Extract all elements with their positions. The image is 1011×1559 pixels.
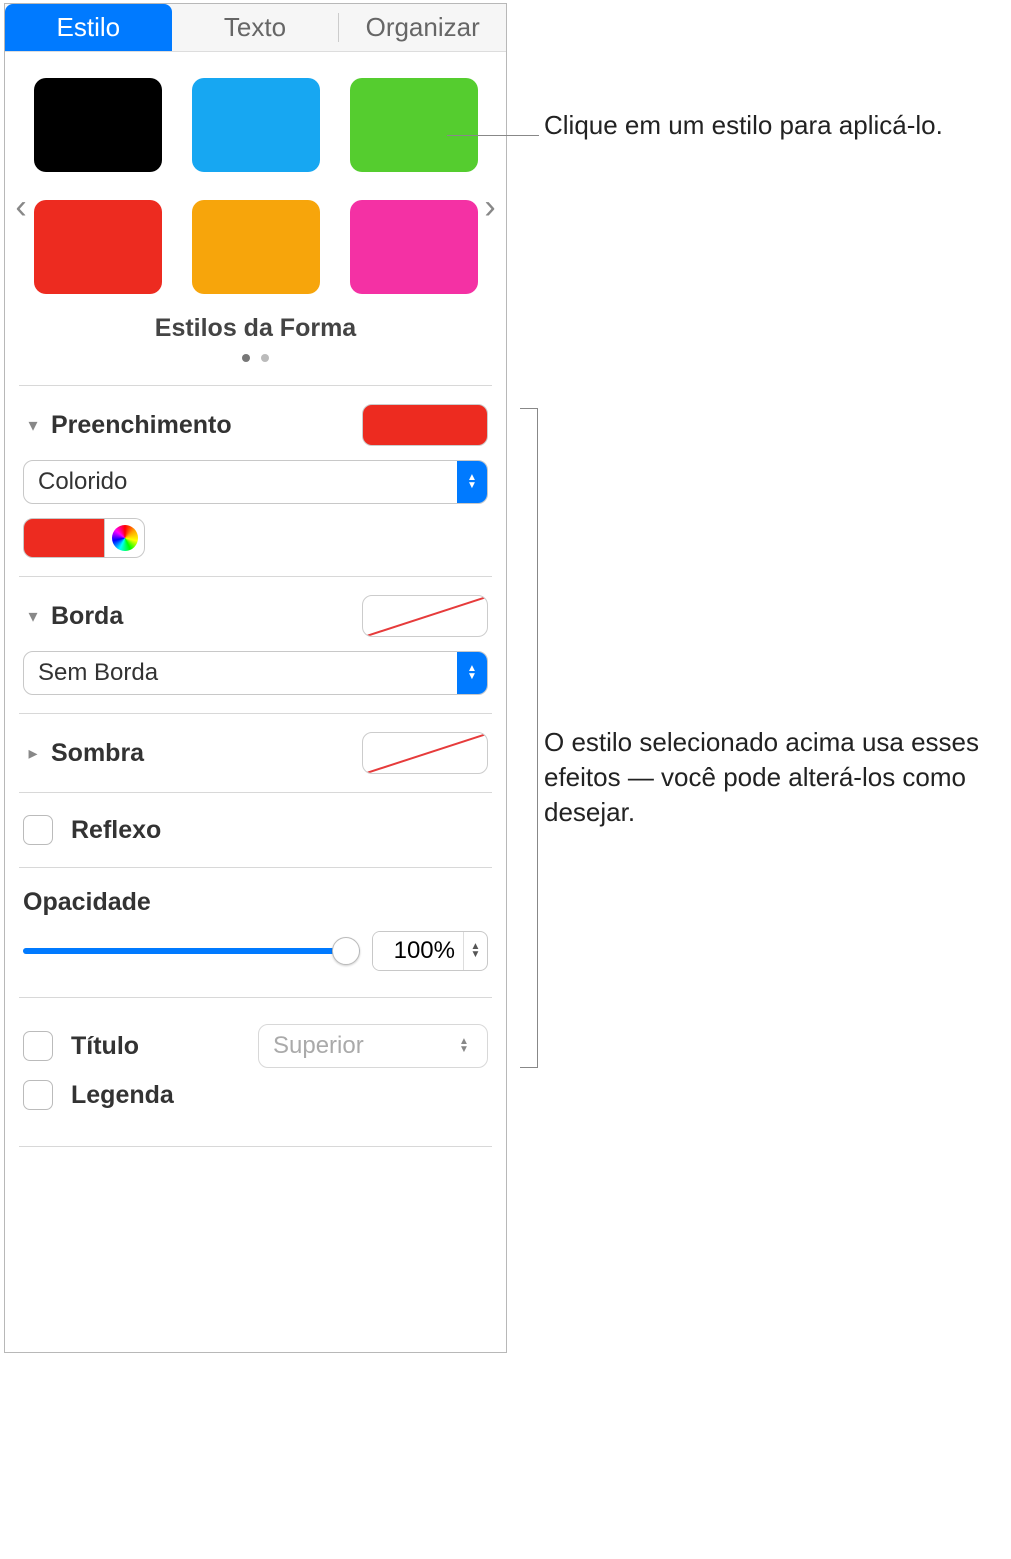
caption-label: Legenda bbox=[71, 1081, 174, 1110]
border-type-value: Sem Borda bbox=[38, 659, 158, 687]
shape-styles-title: Estilos da Forma bbox=[15, 314, 496, 343]
shadow-label: Sombra bbox=[51, 739, 144, 768]
border-color-well-none[interactable] bbox=[362, 595, 488, 637]
style-swatch-5[interactable] bbox=[192, 200, 320, 294]
border-type-select[interactable]: Sem Borda ▲▼ bbox=[23, 651, 488, 695]
fill-color-well[interactable] bbox=[362, 404, 488, 446]
select-stepper-icon: ▲▼ bbox=[457, 652, 487, 694]
style-swatch-grid bbox=[15, 78, 496, 294]
reflection-checkbox[interactable] bbox=[23, 815, 53, 845]
title-checkbox[interactable] bbox=[23, 1031, 53, 1061]
title-position-select[interactable]: Superior ▲▼ bbox=[258, 1024, 488, 1068]
style-swatch-4[interactable] bbox=[34, 200, 162, 294]
fill-type-select[interactable]: Colorido ▲▼ bbox=[23, 460, 488, 504]
opacity-slider[interactable] bbox=[23, 935, 360, 967]
style-swatch-2[interactable] bbox=[192, 78, 320, 172]
chevron-right-icon[interactable]: ▸ bbox=[23, 743, 43, 764]
styles-next-icon[interactable]: › bbox=[478, 187, 502, 227]
fill-label: Preenchimento bbox=[51, 411, 232, 440]
border-section: ▾ Borda Sem Borda ▲▼ bbox=[5, 577, 506, 713]
chevron-down-icon[interactable]: ▾ bbox=[23, 606, 43, 627]
shape-styles-section: ‹ › Estilos da Forma bbox=[5, 52, 506, 385]
slider-thumb-icon[interactable] bbox=[332, 937, 360, 965]
tab-style[interactable]: Estilo bbox=[5, 4, 172, 51]
tab-text[interactable]: Texto bbox=[172, 4, 339, 51]
title-caption-section: Título Superior ▲▼ Legenda bbox=[5, 998, 506, 1146]
fill-type-value: Colorido bbox=[38, 468, 127, 496]
page-dot-2[interactable] bbox=[261, 354, 269, 362]
callout-bracket bbox=[520, 408, 538, 1068]
color-wheel-icon bbox=[112, 525, 138, 551]
callout-text-2: O estilo selecionado acima usa esses efe… bbox=[544, 725, 1004, 830]
caption-checkbox[interactable] bbox=[23, 1080, 53, 1110]
fill-color-row bbox=[23, 518, 488, 558]
opacity-label: Opacidade bbox=[23, 888, 488, 917]
page-dot-1[interactable] bbox=[242, 354, 250, 362]
styles-prev-icon[interactable]: ‹ bbox=[9, 187, 33, 227]
opacity-section: Opacidade ▲▼ bbox=[5, 868, 506, 997]
style-swatch-1[interactable] bbox=[34, 78, 162, 172]
select-stepper-icon: ▲▼ bbox=[449, 1025, 479, 1067]
styles-page-dots bbox=[15, 349, 496, 367]
fill-section: ▾ Preenchimento Colorido ▲▼ bbox=[5, 386, 506, 576]
select-stepper-icon: ▲▼ bbox=[457, 461, 487, 503]
title-label: Título bbox=[71, 1032, 139, 1061]
shadow-color-well-none[interactable] bbox=[362, 732, 488, 774]
fill-color-chip[interactable] bbox=[23, 518, 105, 558]
format-inspector-panel: Estilo Texto Organizar ‹ › Estilos da Fo… bbox=[4, 3, 507, 1353]
inspector-tabs: Estilo Texto Organizar bbox=[5, 4, 506, 52]
divider bbox=[19, 1146, 492, 1147]
opacity-stepper[interactable]: ▲▼ bbox=[463, 932, 487, 970]
reflection-section: Reflexo bbox=[5, 793, 506, 867]
color-wheel-button[interactable] bbox=[105, 518, 145, 558]
title-position-value: Superior bbox=[273, 1032, 364, 1060]
callout-text-1: Clique em um estilo para aplicá-lo. bbox=[544, 108, 984, 143]
style-swatch-6[interactable] bbox=[350, 200, 478, 294]
opacity-input[interactable] bbox=[373, 932, 463, 970]
callout-leader-line bbox=[447, 135, 539, 136]
shadow-section: ▸ Sombra bbox=[5, 714, 506, 792]
reflection-label: Reflexo bbox=[71, 816, 161, 845]
border-label: Borda bbox=[51, 602, 123, 631]
chevron-down-icon[interactable]: ▾ bbox=[23, 415, 43, 436]
opacity-field: ▲▼ bbox=[372, 931, 488, 971]
style-swatch-3[interactable] bbox=[350, 78, 478, 172]
tab-organize[interactable]: Organizar bbox=[339, 4, 506, 51]
